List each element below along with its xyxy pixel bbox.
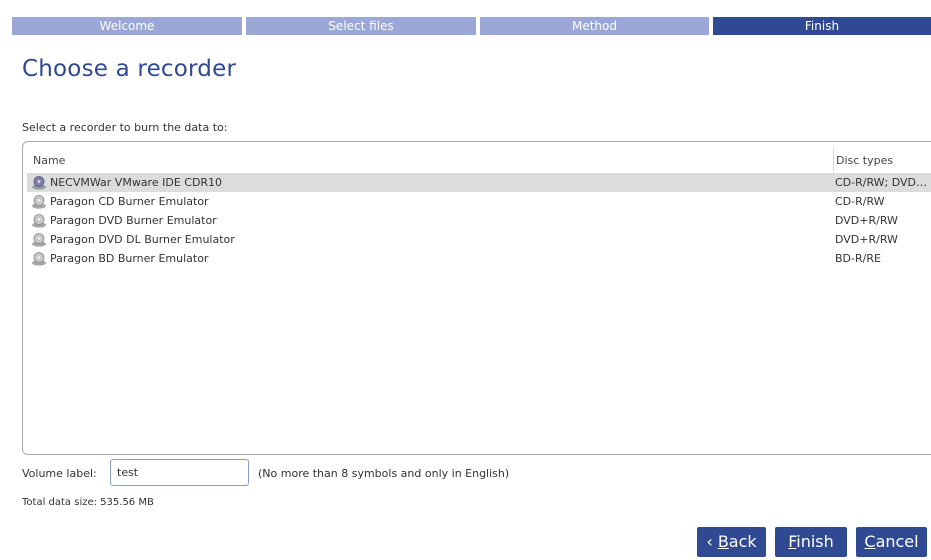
recorder-rows: NECVMWar VMware IDE CDR10 CD-R/RW; DVD+R…	[27, 173, 931, 268]
column-header-name[interactable]: Name	[33, 154, 65, 167]
recorder-prompt: Select a recorder to burn the data to:	[22, 121, 228, 134]
page-title: Choose a recorder	[22, 56, 237, 82]
column-separator[interactable]	[833, 148, 834, 172]
optical-drive-icon	[31, 175, 47, 190]
total-data-size: Total data size: 535.56 MB	[22, 497, 154, 508]
recorder-list[interactable]: Name Disc types NECVMWar VMware IDE CDR1…	[22, 141, 931, 455]
step-select-files: Select files	[246, 17, 476, 35]
finish-button[interactable]: Finish	[775, 527, 847, 557]
step-welcome: Welcome	[12, 17, 242, 35]
optical-drive-icon	[31, 232, 47, 247]
recorder-name: NECVMWar VMware IDE CDR10	[50, 176, 223, 189]
back-mnemonic: B	[717, 532, 729, 551]
recorder-disc-types: DVD+R/RW	[835, 233, 898, 246]
cancel-button[interactable]: Cancel	[856, 527, 927, 557]
recorder-name: Paragon CD Burner Emulator	[50, 195, 209, 208]
step-finish: Finish	[713, 17, 931, 35]
back-label: ack	[728, 532, 757, 551]
recorder-name: Paragon DVD DL Burner Emulator	[50, 233, 235, 246]
recorder-disc-types: BD-R/RE	[835, 252, 881, 265]
back-chevron: ‹	[706, 532, 718, 551]
optical-drive-icon	[31, 194, 47, 209]
back-button[interactable]: ‹ Back	[697, 527, 766, 557]
cancel-label: ancel	[875, 532, 919, 551]
recorder-disc-types: CD-R/RW	[835, 195, 885, 208]
recorder-row[interactable]: Paragon CD Burner Emulator CD-R/RW	[27, 192, 931, 211]
cancel-mnemonic: C	[864, 532, 876, 551]
recorder-name: Paragon DVD Burner Emulator	[50, 214, 217, 227]
recorder-disc-types: DVD+R/RW	[835, 214, 898, 227]
volume-label-input[interactable]	[110, 459, 249, 486]
recorder-disc-types: CD-R/RW; DVD+R/RW	[835, 176, 929, 189]
recorder-row[interactable]: Paragon DVD DL Burner Emulator DVD+R/RW	[27, 230, 931, 249]
column-header-disc-types[interactable]: Disc types	[836, 154, 893, 167]
recorder-row[interactable]: Paragon BD Burner Emulator BD-R/RE	[27, 249, 931, 268]
recorder-row[interactable]: NECVMWar VMware IDE CDR10 CD-R/RW; DVD+R…	[27, 173, 931, 192]
recorder-row[interactable]: Paragon DVD Burner Emulator DVD+R/RW	[27, 211, 931, 230]
finish-label: inish	[796, 532, 834, 551]
volume-label: Volume label:	[22, 467, 97, 480]
optical-drive-icon	[31, 213, 47, 228]
volume-label-hint: (No more than 8 symbols and only in Engl…	[258, 467, 510, 480]
wizard-steps: Welcome Select files Method Finish	[12, 17, 931, 35]
optical-drive-icon	[31, 251, 47, 266]
step-method: Method	[480, 17, 709, 35]
recorder-name: Paragon BD Burner Emulator	[50, 252, 209, 265]
